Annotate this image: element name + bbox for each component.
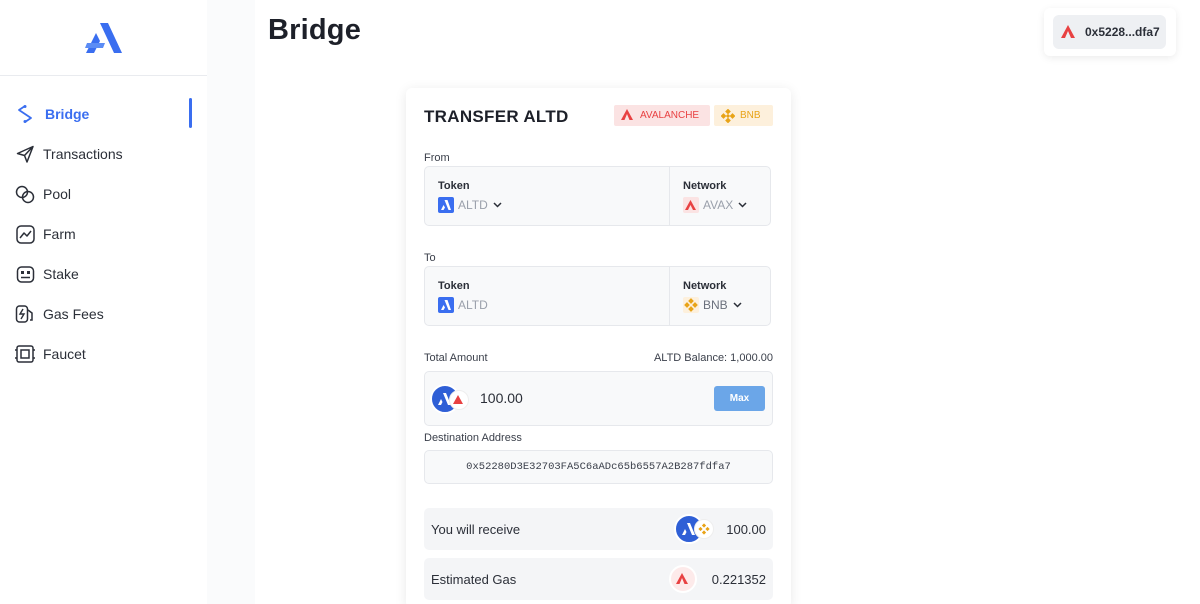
bnb-icon: [721, 108, 735, 123]
destination-address-label: Destination Address: [424, 432, 522, 444]
bnb-coin-icon: [694, 519, 714, 539]
to-network-select[interactable]: BNB: [683, 297, 742, 313]
max-button[interactable]: Max: [714, 386, 765, 411]
receive-label: You will receive: [431, 522, 521, 537]
pool-icon: [15, 184, 35, 204]
from-token-select[interactable]: ALTD: [438, 197, 502, 213]
altd-logo-icon: [84, 22, 122, 53]
sidebar-item-label: Gas Fees: [43, 306, 104, 322]
faucet-icon: [15, 344, 35, 364]
to-label: To: [424, 252, 436, 264]
destination-address-field[interactable]: 0x52280D3E32703FA5C6aADc65b6557A2B287fdf…: [424, 450, 773, 484]
sidebar-item-label: Transactions: [43, 146, 123, 162]
sidebar-item-transactions[interactable]: Transactions: [0, 134, 207, 174]
gas-icon: [15, 304, 35, 324]
altd-icon: [438, 297, 454, 313]
from-token-label: Token: [438, 180, 470, 192]
amount-input[interactable]: [480, 390, 680, 406]
bnb-icon: [683, 297, 699, 313]
sidebar-nav: Bridge Transactions Pool Farm Stake Gas …: [0, 76, 207, 374]
from-divider: [669, 167, 670, 225]
to-network-label: Network: [683, 280, 727, 292]
from-network-label: Network: [683, 180, 727, 192]
sidebar-item-gas-fees[interactable]: Gas Fees: [0, 294, 207, 334]
sidebar-item-label: Bridge: [45, 106, 90, 122]
estimated-gas-label: Estimated Gas: [431, 572, 517, 587]
bnb-chip-label: BNB: [740, 110, 761, 121]
chevron-down-icon: [733, 302, 742, 308]
from-box: Token ALTD Network AVAX: [424, 166, 771, 226]
sidebar-item-label: Stake: [43, 266, 79, 282]
sidebar-item-farm[interactable]: Farm: [0, 214, 207, 254]
wallet-panel: 0x5228...dfa7: [1044, 8, 1176, 56]
stake-icon: [15, 264, 35, 284]
to-token-label: Token: [438, 280, 470, 292]
total-amount-label: Total Amount: [424, 352, 488, 364]
estimated-gas-row: Estimated Gas 0.221352: [424, 558, 773, 600]
receive-value: 100.00: [726, 522, 766, 537]
sidebar-item-pool[interactable]: Pool: [0, 174, 207, 214]
avalanche-icon: [621, 108, 635, 123]
page-title: Bridge: [268, 14, 362, 46]
to-network-value: BNB: [703, 298, 728, 312]
avalanche-coin-icon: [449, 390, 469, 410]
sidebar-item-stake[interactable]: Stake: [0, 254, 207, 294]
bnb-chip: BNB: [714, 105, 773, 126]
send-icon: [15, 144, 35, 164]
sidebar-item-faucet[interactable]: Faucet: [0, 334, 207, 374]
to-token-value: ALTD: [458, 298, 488, 312]
chart-icon: [15, 224, 35, 244]
sidebar-item-label: Pool: [43, 186, 72, 202]
avalanche-chip-label: AVALANCHE: [640, 110, 700, 121]
app-logo[interactable]: [0, 0, 207, 76]
sidebar-item-label: Farm: [43, 226, 76, 242]
altd-balance: ALTD Balance: 1,000.00: [653, 352, 773, 364]
to-box: Token ALTD Network BNB: [424, 266, 771, 326]
from-network-value: AVAX: [703, 198, 734, 212]
avalanche-icon: [683, 197, 699, 213]
chevron-down-icon: [493, 202, 502, 208]
sidebar: Bridge Transactions Pool Farm Stake Gas …: [0, 0, 207, 604]
sidebar-item-bridge[interactable]: Bridge: [0, 94, 207, 134]
chevron-down-icon: [738, 202, 747, 208]
transfer-card: TRANSFER ALTD AVALANCHE BNB From Token A…: [406, 88, 791, 604]
bridge-icon: [15, 104, 35, 124]
avalanche-coin-icon: [669, 565, 697, 593]
from-network-select[interactable]: AVAX: [683, 197, 747, 213]
to-token-display: ALTD: [438, 297, 488, 313]
wallet-address: 0x5228...dfa7: [1085, 25, 1160, 39]
receive-row: You will receive 100.00: [424, 508, 773, 550]
sidebar-item-label: Faucet: [43, 346, 86, 362]
avalanche-chip: AVALANCHE: [614, 105, 710, 126]
to-divider: [669, 267, 670, 325]
from-label: From: [424, 152, 450, 164]
card-title: TRANSFER ALTD: [424, 107, 569, 126]
amount-box: Max: [424, 371, 773, 426]
altd-icon: [438, 197, 454, 213]
wallet-address-button[interactable]: 0x5228...dfa7: [1053, 15, 1166, 49]
avalanche-icon: [1061, 25, 1077, 39]
from-token-value: ALTD: [458, 198, 488, 212]
estimated-gas-value: 0.221352: [711, 572, 766, 587]
